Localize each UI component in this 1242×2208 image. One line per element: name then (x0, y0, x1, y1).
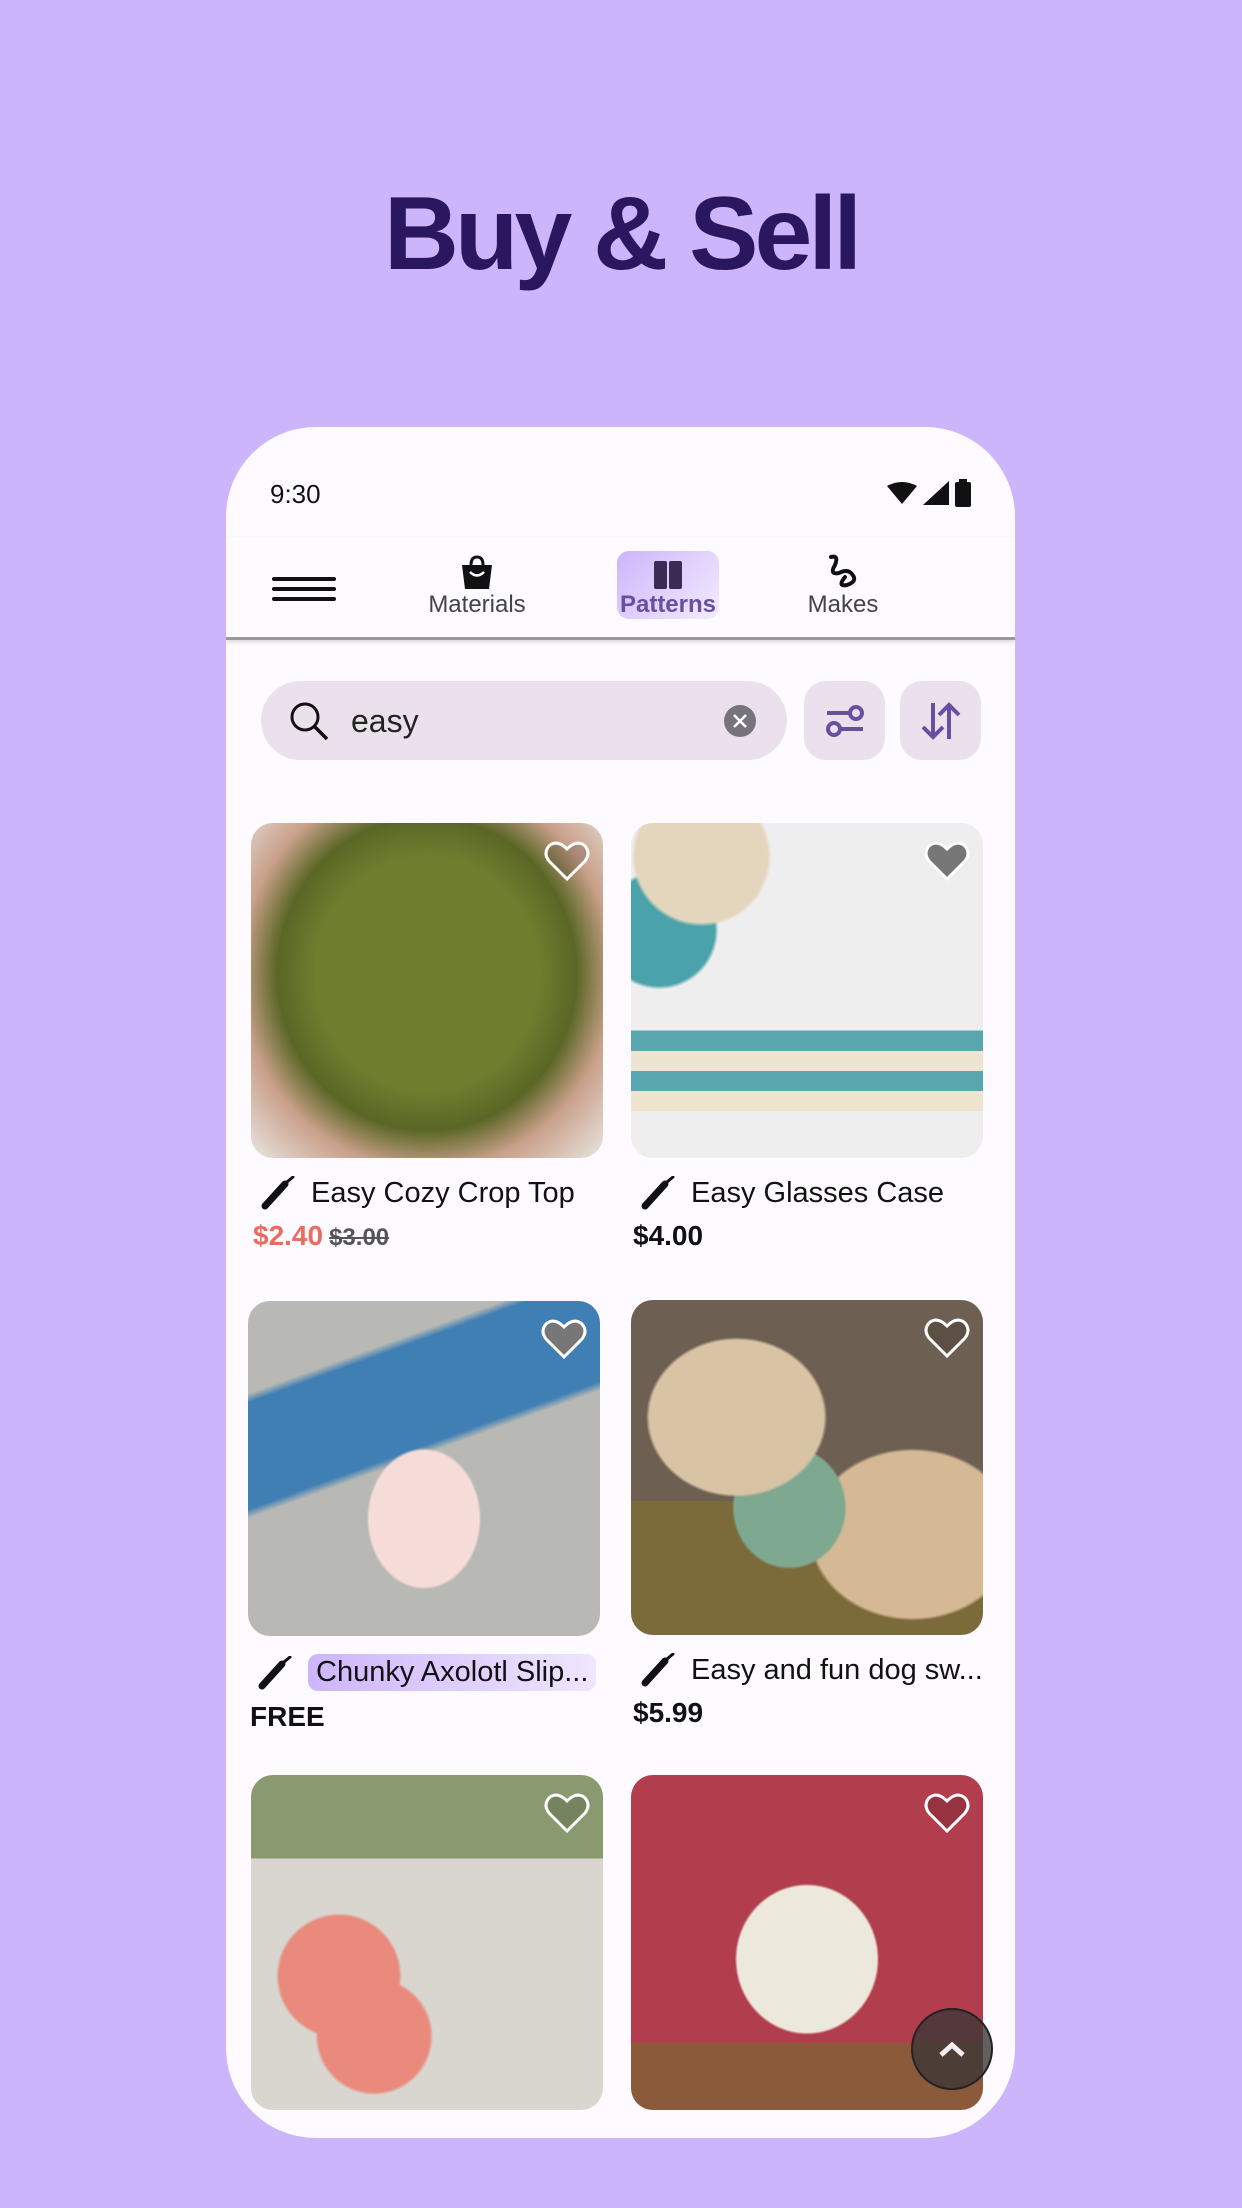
listing-price: FREE (250, 1701, 325, 1732)
listing-price: $5.99 (633, 1697, 704, 1728)
heart-outline-icon[interactable] (543, 1791, 591, 1835)
chevron-up-icon (939, 2041, 965, 2057)
listing-image (631, 1300, 983, 1635)
search-input[interactable]: easy (261, 681, 787, 760)
status-time: 9:30 (270, 479, 321, 509)
listing-price: $4.00 (633, 1220, 704, 1251)
battery-icon (955, 479, 971, 507)
top-nav: Materials Patterns Makes (226, 537, 1015, 640)
heart-filled-icon[interactable] (923, 839, 971, 883)
crochet-hook-icon (258, 1655, 292, 1689)
yarn-squiggle-icon (829, 554, 857, 588)
tab-label: Patterns (619, 591, 717, 618)
shopping-bag-icon (462, 555, 492, 589)
heart-outline-icon[interactable] (923, 1791, 971, 1835)
wifi-icon (887, 482, 917, 504)
listing-title: Easy Glasses Case (691, 1176, 945, 1209)
status-icons (887, 479, 971, 507)
phone-frame: 9:30 Materials Patterns Makes easy Easy … (226, 427, 1015, 2138)
listing-title: Easy Cozy Crop Top (311, 1176, 575, 1209)
listing-image (251, 1775, 603, 2110)
crochet-hook-icon (641, 1176, 675, 1210)
tab-label: Makes (807, 591, 879, 618)
listing-card[interactable] (251, 1775, 603, 2110)
search-icon (290, 702, 329, 741)
menu-button[interactable] (272, 577, 336, 603)
tab-materials[interactable]: Materials (422, 551, 532, 619)
heart-outline-icon[interactable] (543, 839, 591, 883)
listing-image (248, 1301, 600, 1636)
signal-icon (923, 481, 949, 505)
page-headline: Buy & Sell (383, 176, 862, 292)
listing-image (251, 823, 603, 1158)
listing-card[interactable]: Chunky Axolotl Slip... FREE (248, 1301, 600, 1733)
listing-card[interactable]: Easy Glasses Case $4.00 (631, 823, 983, 1252)
sort-icon (921, 701, 960, 740)
tab-makes[interactable]: Makes (802, 551, 884, 619)
listing-card[interactable]: Easy Cozy Crop Top $2.40 $3.00 (251, 823, 603, 1252)
listing-title: Easy and fun dog sw... (691, 1653, 983, 1686)
listing-image (631, 823, 983, 1158)
crochet-hook-icon (641, 1653, 675, 1687)
filter-button[interactable] (804, 681, 885, 760)
heart-outline-icon[interactable] (923, 1316, 971, 1360)
scroll-to-top-button[interactable] (911, 2008, 993, 2090)
heart-filled-icon[interactable] (540, 1317, 588, 1361)
clear-icon[interactable] (724, 705, 756, 737)
crochet-hook-icon (261, 1176, 295, 1210)
search-value: easy (351, 703, 419, 739)
listing-card[interactable]: Easy and fun dog sw... $5.99 (631, 1300, 983, 1729)
sale-price: $2.40 (253, 1220, 324, 1251)
tab-label: Materials (428, 591, 526, 618)
listing-title: Chunky Axolotl Slip... (308, 1654, 597, 1691)
sort-button[interactable] (900, 681, 981, 760)
book-icon (654, 561, 682, 589)
tab-patterns[interactable]: Patterns (617, 551, 719, 619)
original-price: $3.00 (329, 1224, 390, 1251)
filter-icon (825, 704, 864, 737)
